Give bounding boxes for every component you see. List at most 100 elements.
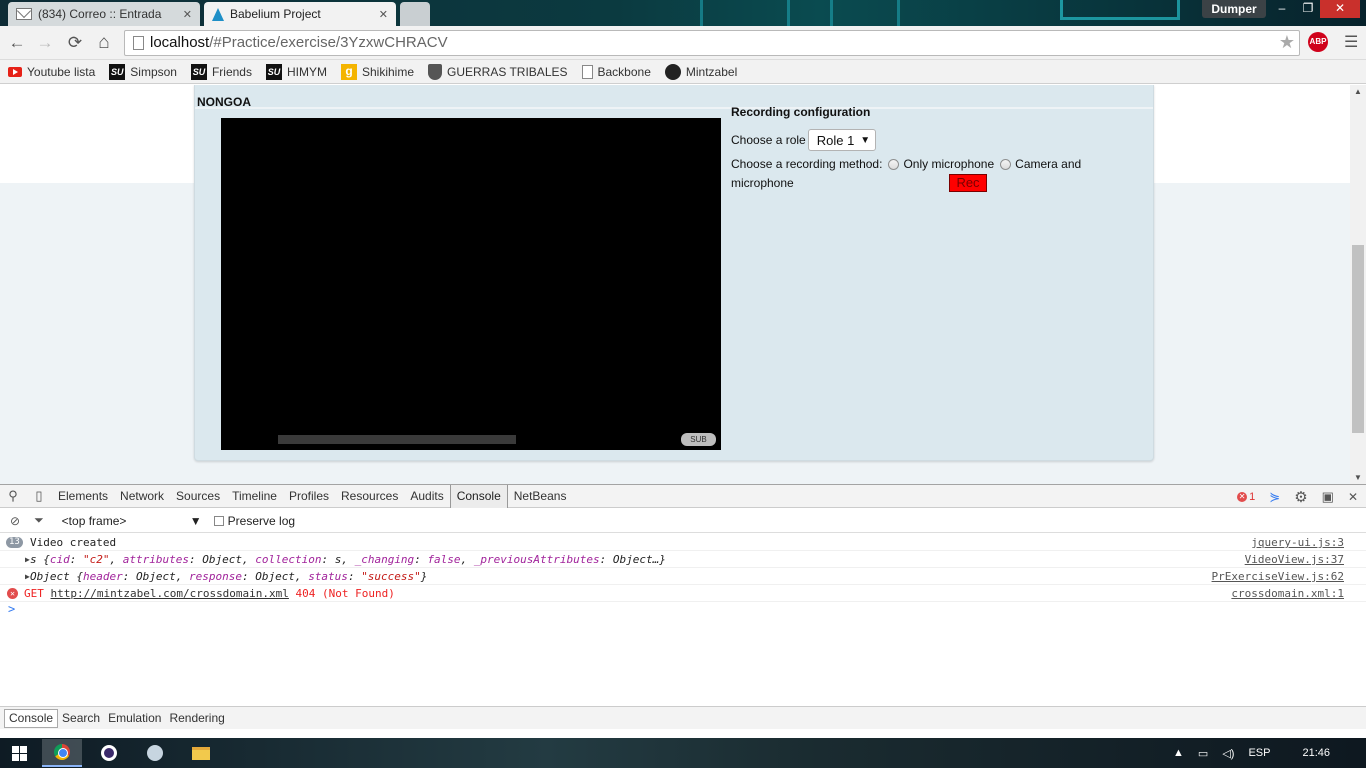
g-icon: g [340, 63, 357, 80]
tab-title: (834) Correo :: Entrada [38, 7, 162, 21]
source-link[interactable]: crossdomain.xml:1 [1231, 585, 1344, 602]
home-icon[interactable]: ⌂ [93, 32, 115, 54]
dropdown-arrow-icon: ▼ [860, 134, 871, 146]
drawer-tab-emulation[interactable]: Emulation [104, 711, 165, 725]
console-error-line: ✕ GET http://mintzabel.com/crossdomain.x… [0, 585, 1366, 602]
app-circle-icon [101, 745, 117, 761]
github-icon [664, 63, 681, 80]
taskbar-steam[interactable] [135, 739, 175, 767]
error-url-link[interactable]: http://mintzabel.com/crossdomain.xml [51, 587, 289, 600]
browser-titlebar: (834) Correo :: Entrada ✕ Babelium Proje… [0, 0, 1366, 26]
bookmark-youtube-lista[interactable]: Youtube lista [8, 65, 95, 79]
tab-audits[interactable]: Audits [404, 485, 449, 508]
console-line[interactable]: ▶ Object {header: Object, response: Objec… [0, 568, 1366, 585]
console-line[interactable]: ▶ s {cid: "c2", attributes: Object, colle… [0, 551, 1366, 568]
drawer-tab-rendering[interactable]: Rendering [165, 711, 228, 725]
tab-console[interactable]: Console [449, 484, 508, 508]
close-tab-icon[interactable]: ✕ [183, 8, 192, 21]
source-link[interactable]: jquery-ui.js:3 [1251, 534, 1344, 551]
steam-icon [147, 745, 163, 761]
profile-badge[interactable]: Dumper [1202, 0, 1266, 18]
devtools-drawer-tabs: Console Search Emulation Rendering [0, 706, 1366, 729]
tab-title: Babelium Project [230, 7, 321, 21]
network-icon[interactable]: ▭ [1198, 747, 1208, 760]
role-select[interactable]: Role 1 ▼ [807, 129, 877, 151]
bookmarks-bar: Youtube lista SU Simpson SU Friends SU HIMY… [0, 60, 1366, 84]
rec-button[interactable]: Rec [949, 174, 987, 192]
taskbar-chrome[interactable] [42, 739, 82, 767]
address-bar[interactable]: localhost/#Practice/exercise/3YzxwCHRACV… [124, 30, 1300, 56]
reload-icon[interactable]: ⟳ [64, 32, 86, 54]
restore-button[interactable]: ❐ [1294, 0, 1322, 18]
clock[interactable]: 21:46 [1302, 747, 1330, 759]
page-scrollbar[interactable]: ▲ ▼ [1350, 85, 1366, 484]
scroll-down-icon[interactable]: ▼ [1350, 473, 1366, 482]
tab-elements[interactable]: Elements [52, 485, 114, 508]
devtools-tabbar: ⚲ ▯ Elements Network Sources Timeline Pr… [0, 484, 1366, 508]
tab-resources[interactable]: Resources [335, 485, 404, 508]
tab-sources[interactable]: Sources [170, 485, 226, 508]
bookmark-guerras-tribales[interactable]: GUERRAS TRIBALES [428, 63, 568, 80]
subtitles-button[interactable]: SUB [681, 433, 716, 446]
adblock-icon[interactable]: ABP [1308, 32, 1328, 52]
radio-camera-and-microphone[interactable] [1000, 159, 1012, 170]
close-window-button[interactable]: ✕ [1320, 0, 1360, 18]
radio-only-microphone[interactable] [888, 159, 900, 170]
devtools-actions: ✕ 1 ⋟ ⚙ ▣ ✕ [1237, 485, 1358, 508]
bookmark-star-icon[interactable]: ★ [1279, 32, 1295, 53]
bookmark-friends[interactable]: SU Friends [190, 63, 252, 80]
error-counter[interactable]: ✕ 1 [1237, 491, 1255, 503]
tab-correo[interactable]: (834) Correo :: Entrada ✕ [8, 2, 200, 26]
scrollbar-thumb[interactable] [1352, 245, 1364, 433]
bookmark-shikihime[interactable]: g Shikihime [340, 63, 414, 80]
page-icon [581, 64, 593, 79]
frame-selector[interactable]: <top frame> ▼ [62, 514, 202, 528]
url-text[interactable]: localhost/#Practice/exercise/3YzxwCHRACV [150, 34, 448, 51]
console-drawer-icon[interactable]: ⋟ [1269, 489, 1280, 505]
clear-console-icon[interactable]: ⊘ [10, 514, 20, 528]
inspect-search-icon[interactable]: ⚲ [0, 488, 26, 504]
gear-icon[interactable]: ⚙ [1294, 488, 1307, 506]
chrome-icon [54, 744, 70, 760]
video-seekbar[interactable] [278, 435, 516, 444]
scroll-up-icon[interactable]: ▲ [1350, 87, 1366, 96]
bookmark-backbone[interactable]: Backbone [581, 64, 651, 79]
expand-triangle-icon[interactable]: ▶ [25, 568, 30, 585]
filter-icon[interactable]: ⏷ [34, 513, 44, 528]
su-icon: SU [190, 63, 207, 80]
taskbar-explorer[interactable] [181, 739, 221, 767]
device-mode-icon[interactable]: ▯ [26, 488, 52, 504]
back-icon[interactable]: ← [6, 32, 28, 54]
page-viewport: NONGOA SUB Recording configuration Choos… [0, 85, 1366, 484]
forward-icon[interactable]: → [34, 32, 56, 54]
source-link[interactable]: PrExerciseView.js:62 [1212, 568, 1344, 585]
console-prompt[interactable]: > [0, 602, 1366, 618]
source-link[interactable]: VideoView.js:37 [1245, 551, 1344, 568]
volume-icon[interactable]: ◁) [1222, 747, 1234, 760]
tray-chevron-icon[interactable]: ▲ [1173, 747, 1184, 759]
close-tab-icon[interactable]: ✕ [379, 8, 388, 21]
expand-triangle-icon[interactable]: ▶ [25, 551, 30, 568]
tab-network[interactable]: Network [114, 485, 170, 508]
preserve-log-checkbox[interactable] [213, 515, 224, 526]
tab-profiles[interactable]: Profiles [283, 485, 335, 508]
new-tab-button[interactable] [400, 2, 430, 26]
dock-icon[interactable]: ▣ [1322, 489, 1334, 505]
language-indicator[interactable]: ESP [1248, 747, 1270, 759]
windows-start-icon[interactable] [12, 746, 27, 761]
drawer-tab-search[interactable]: Search [58, 711, 104, 725]
bookmark-himym[interactable]: SU HIMYM [265, 63, 327, 80]
tab-netbeans[interactable]: NetBeans [508, 485, 573, 508]
option-only-microphone: Only microphone [903, 157, 995, 171]
tab-babelium[interactable]: Babelium Project ✕ [204, 2, 396, 26]
tab-timeline[interactable]: Timeline [226, 485, 283, 508]
minimize-button[interactable]: – [1268, 0, 1296, 18]
close-devtools-icon[interactable]: ✕ [1348, 490, 1358, 504]
option-microphone: microphone [731, 176, 794, 190]
bookmark-mintzabel[interactable]: Mintzabel [664, 63, 737, 80]
video-player[interactable]: SUB [221, 118, 721, 450]
drawer-tab-console[interactable]: Console [4, 708, 59, 728]
bookmark-simpson[interactable]: SU Simpson [109, 63, 177, 80]
menu-icon[interactable]: ☰ [1344, 32, 1358, 52]
taskbar-app[interactable] [89, 739, 129, 767]
